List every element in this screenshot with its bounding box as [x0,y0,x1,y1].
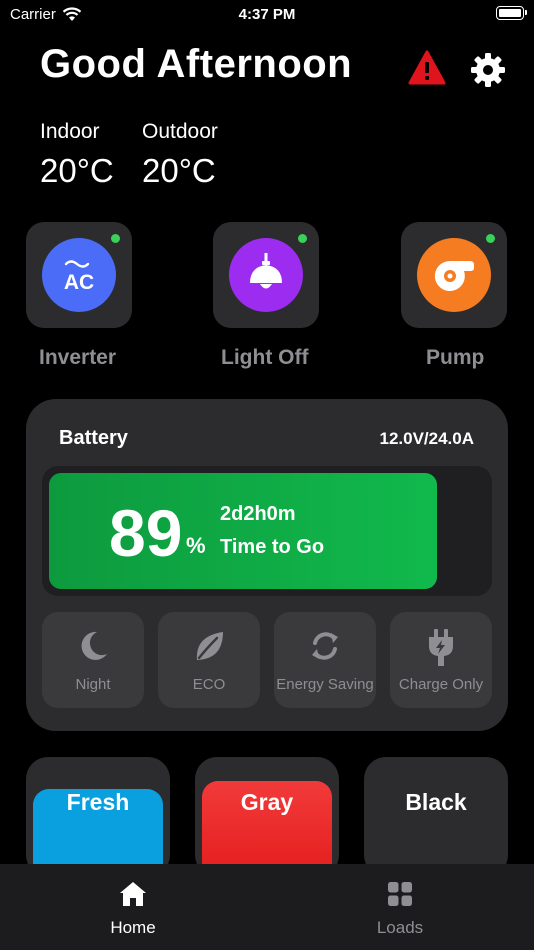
home-icon [120,882,146,906]
alert-icon[interactable] [408,50,446,86]
grid-icon [388,882,412,906]
page-title: Good Afternoon [40,42,353,86]
tank-fresh-label: Fresh [66,789,130,815]
moon-icon [42,628,144,664]
device-inverter-label: Inverter [39,346,117,369]
status-dot [298,234,307,243]
device-light-label: Light Off [221,346,309,369]
battery-time-label: Time to Go [220,536,325,558]
tank-black-label: Black [405,789,467,815]
battery-level-fill: 89 % 2d2h0m Time to Go [49,473,437,589]
leaf-icon [158,628,260,664]
tab-home-label: Home [110,918,156,937]
tab-loads[interactable]: Loads [340,880,460,938]
device-inverter[interactable]: AC Inverter [26,222,134,369]
plug-icon [390,628,492,666]
mode-eco-button[interactable]: ECO [158,612,260,708]
mode-night-label: Night [75,676,111,693]
mode-charge-only-label: Charge Only [398,676,484,693]
ac-icon: AC [42,238,116,312]
indoor-label: Indoor [40,120,100,143]
tab-home[interactable]: Home [73,880,193,938]
tank-gray-label: Gray [240,789,294,815]
battery-level-bar: 89 % 2d2h0m Time to Go [42,466,492,596]
tank-black[interactable]: Black [364,757,508,877]
tank-fresh[interactable]: Fresh [26,757,170,877]
tab-bar: Home Loads [0,864,534,950]
battery-title: Battery [59,427,128,449]
battery-status-icon [496,6,527,20]
device-pump-tile[interactable] [401,222,507,328]
outdoor-temperature: Outdoor 20°C [142,120,218,190]
outdoor-value: 20°C [142,152,216,189]
lamp-icon [229,238,303,312]
battery-card: Battery 12.0V/24.0A 89 % 2d2h0m Time to … [26,399,508,731]
indoor-temperature: Indoor 20°C [40,120,114,190]
device-pump[interactable]: Pump [401,222,509,369]
mode-energy-saving-label: Energy Saving [276,676,374,693]
ac-icon-text: AC [64,271,94,294]
outdoor-label: Outdoor [142,120,218,143]
status-time: 4:37 PM [238,6,296,23]
recycle-icon [274,628,376,664]
mode-night-button[interactable]: Night [42,612,144,708]
battery-percent-sign: % [186,533,206,558]
status-bar: Carrier 4:37 PM [0,0,534,30]
device-light-tile[interactable] [213,222,319,328]
battery-spec: 12.0V/24.0A [379,429,474,448]
mode-charge-only-button[interactable]: Charge Only [390,612,492,708]
indoor-value: 20°C [40,152,114,189]
device-light[interactable]: Light Off [213,222,321,369]
tab-loads-label: Loads [376,918,424,937]
mode-eco-label: ECO [192,676,226,693]
device-inverter-tile[interactable]: AC [26,222,132,328]
gear-icon[interactable] [470,52,506,88]
device-pump-label: Pump [426,346,485,369]
battery-percent: 89 [109,496,183,570]
pump-icon [417,238,491,312]
status-dot [111,234,120,243]
tank-gray[interactable]: Gray [195,757,339,877]
status-dot [486,234,495,243]
mode-energy-saving-button[interactable]: Energy Saving [274,612,376,708]
battery-time-left: 2d2h0m [220,503,296,525]
